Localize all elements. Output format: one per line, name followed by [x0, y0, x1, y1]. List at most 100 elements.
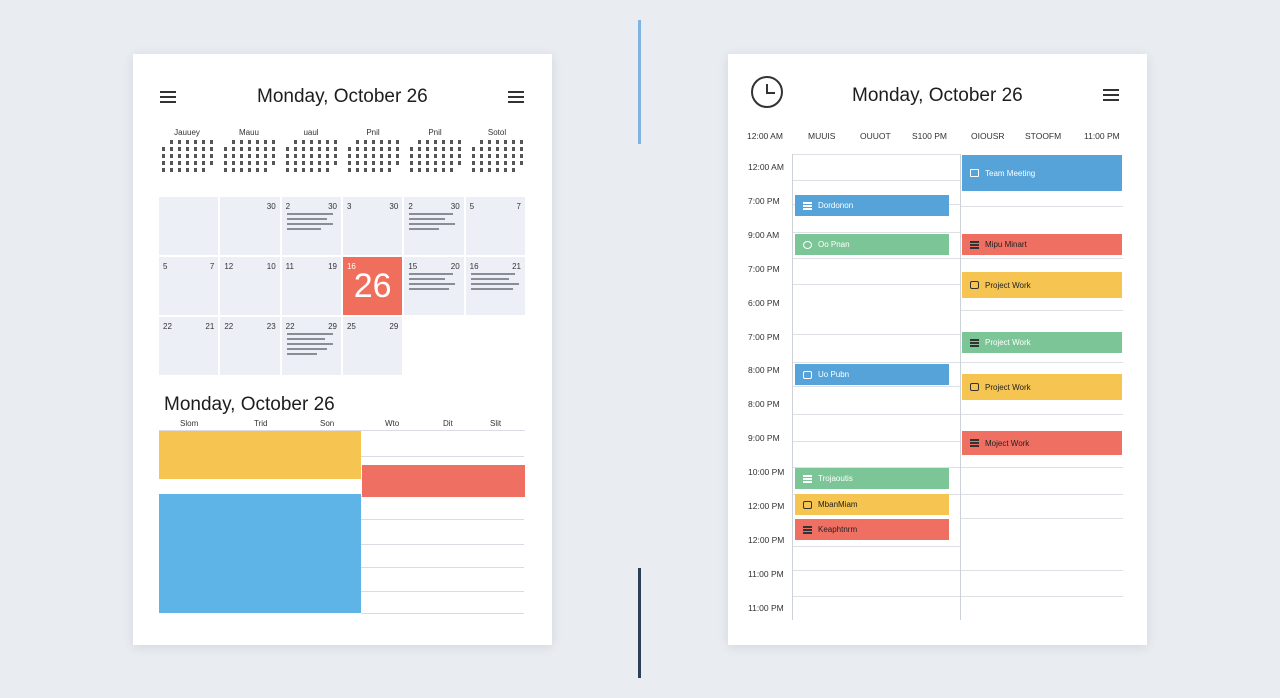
mini-month-name: Jauuey [174, 128, 200, 137]
event-label: MbanMiam [818, 500, 858, 509]
document-icon [970, 169, 979, 177]
day-cell[interactable]: 3 30 [342, 197, 403, 255]
week-header: Slit [490, 419, 502, 428]
time-label: 7:00 PM [748, 332, 780, 342]
time-label: 12:00 PM [748, 501, 785, 511]
hamburger-icon[interactable] [508, 91, 524, 103]
note-icon [803, 370, 812, 379]
mini-month-name: uaul [303, 128, 319, 137]
divider-top [638, 20, 641, 144]
event-block-red[interactable] [362, 465, 525, 497]
time-label: 7:00 PM [748, 264, 780, 274]
clock-icon[interactable] [751, 76, 783, 108]
mini-month[interactable]: Pnil [345, 128, 401, 172]
time-label: 8:00 PM [748, 399, 780, 409]
time-label: 9:00 PM [748, 433, 780, 443]
week-header: Wto [385, 419, 400, 428]
hamburger-icon[interactable] [1103, 89, 1119, 101]
time-label: 10:00 PM [748, 467, 785, 477]
month-view-card: Monday, October 26 Jauuey Mauu uaul Pnil… [133, 54, 552, 645]
day-cell[interactable]: 22 21 [159, 317, 219, 375]
week-header: Dit [443, 419, 453, 428]
list-icon [803, 201, 812, 210]
event-team-meeting[interactable]: Team Meeting [962, 155, 1122, 191]
empty-cell [404, 317, 463, 375]
list-icon [970, 338, 979, 347]
week-header: Trid [254, 419, 268, 428]
week-header: Slom [180, 419, 199, 428]
event-item[interactable]: Mipu Minart [962, 234, 1122, 255]
event-item[interactable]: Uo Pubn [795, 364, 949, 385]
event-label: Uo Pubn [818, 370, 850, 379]
today-cell[interactable]: 16 26 [342, 257, 403, 315]
pin-icon [803, 240, 812, 249]
mini-month[interactable]: uaul [283, 128, 339, 172]
mini-month[interactable]: Sotol [469, 128, 525, 172]
event-block-yellow[interactable] [159, 431, 361, 479]
mini-months: Jauuey Mauu uaul Pnil Pnil Sotol [159, 128, 525, 172]
day-cell[interactable]: 2 30 [404, 197, 464, 255]
list-icon [970, 240, 979, 249]
event-item[interactable]: MbanMiam [795, 494, 949, 515]
event-block-blue[interactable] [159, 494, 361, 613]
day-cell[interactable]: 16 21 [465, 257, 525, 315]
day-cell[interactable]: 30 [220, 197, 280, 255]
event-label: Mipu Minart [985, 240, 1027, 249]
time-label: 11:00 PM [748, 603, 784, 613]
note-icon [970, 383, 979, 391]
chat-icon [803, 500, 812, 509]
mini-month-name: Sotol [487, 128, 507, 137]
empty-cell [466, 317, 525, 375]
event-item[interactable]: Moject Work [962, 431, 1122, 455]
day-cell[interactable]: 57 [159, 257, 219, 315]
page-title: Monday, October 26 [257, 86, 428, 107]
event-item[interactable]: Oo Pnan [795, 234, 949, 255]
time-label: 12:00 PM [748, 535, 785, 545]
mini-month[interactable]: Pnil [407, 128, 463, 172]
list-icon [803, 525, 812, 534]
day-cell[interactable]: 57 [465, 197, 525, 255]
mini-month-name: Mauu [238, 128, 259, 137]
day-cell[interactable]: 15 20 [404, 257, 464, 315]
time-label: 6:00 PM [748, 298, 780, 308]
event-item[interactable]: Project Work [962, 332, 1122, 353]
time-label: 11:00 PM [748, 569, 784, 579]
event-label: Trojaoutis [818, 474, 853, 483]
mini-month[interactable]: Jauuey [159, 128, 215, 172]
day-cell[interactable]: 22 23 [220, 317, 280, 375]
day-cell[interactable]: 12 10 [220, 257, 280, 315]
event-label: Oo Pnan [818, 240, 850, 249]
event-label: Dordonon [818, 201, 854, 210]
time-label: 12:00 AM [748, 162, 784, 172]
today-number: 26 [353, 267, 392, 305]
chat-icon [970, 281, 979, 289]
day-cell[interactable]: 11 19 [281, 257, 341, 315]
event-label: Project Work [985, 382, 1031, 392]
column-header: 11:00 PM [1084, 131, 1120, 141]
mini-month[interactable]: Mauu [221, 128, 277, 172]
day-cell[interactable]: 22 29 [281, 317, 341, 375]
column-header: OIOUSR [971, 131, 1005, 141]
mini-month-name: Pnil [428, 128, 442, 137]
divider-bottom [638, 568, 641, 678]
time-label: 9:00 AM [748, 230, 780, 240]
hamburger-icon[interactable] [160, 91, 176, 103]
event-item[interactable]: Project Work [962, 272, 1122, 298]
list-icon [803, 474, 812, 483]
column-headers: 12:00 AM MUUIS OUUOT S100 PM OIOUSR STOO… [728, 131, 1147, 143]
event-label: Moject Work [985, 438, 1030, 448]
event-item[interactable]: Project Work [962, 374, 1122, 400]
day-cell[interactable]: 2 30 [281, 197, 341, 255]
event-label: Project Work [985, 280, 1031, 290]
event-label: Keaphtnrm [818, 525, 858, 534]
day-schedule-card: Monday, October 26 12:00 AM MUUIS OUUOT … [728, 54, 1147, 645]
event-item[interactable]: Dordonon [795, 195, 949, 216]
event-item[interactable]: Trojaoutis [795, 468, 949, 489]
list-icon [970, 439, 979, 447]
event-item[interactable]: Keaphtnrm [795, 519, 949, 540]
column-header: OUUOT [860, 131, 891, 141]
mini-month-name: Pnil [366, 128, 380, 137]
day-cell[interactable] [159, 197, 219, 255]
day-cell[interactable]: 25 29 [342, 317, 403, 375]
column-header: S100 PM [912, 131, 947, 141]
